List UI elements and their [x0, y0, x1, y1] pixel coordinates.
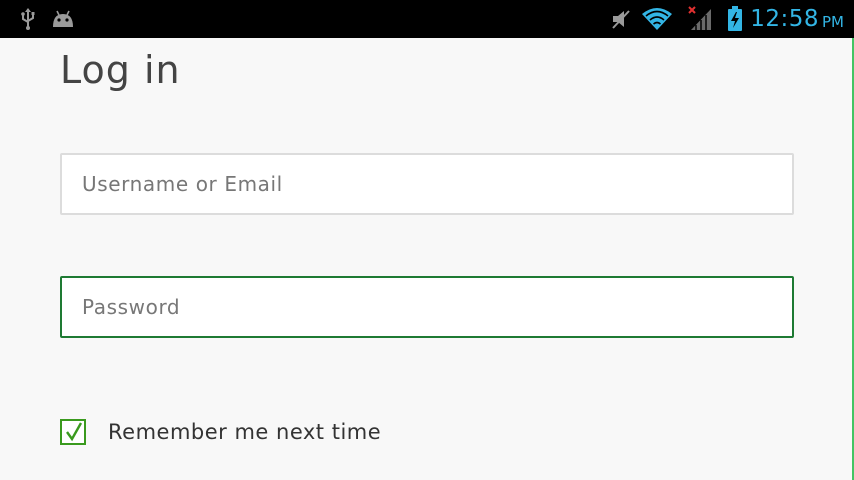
wifi-icon	[640, 0, 674, 38]
battery-charging-icon	[724, 0, 746, 38]
page-title: Log in	[60, 48, 181, 92]
clock-time: 12:58	[750, 6, 819, 32]
status-clock: 12:58 PM	[750, 0, 844, 38]
clock-ampm: PM	[822, 12, 844, 31]
remember-me-checkbox[interactable]	[60, 419, 86, 445]
remember-me-label[interactable]: Remember me next time	[108, 420, 381, 444]
mute-icon	[608, 0, 634, 38]
status-bar: 12:58 PM	[0, 0, 854, 38]
username-input[interactable]	[60, 153, 794, 215]
android-icon	[50, 0, 76, 38]
signal-icon	[686, 0, 716, 38]
checkmark-icon	[66, 422, 83, 442]
usb-icon	[18, 0, 38, 38]
remember-me-row[interactable]: Remember me next time	[60, 418, 381, 446]
password-input[interactable]	[60, 276, 794, 338]
